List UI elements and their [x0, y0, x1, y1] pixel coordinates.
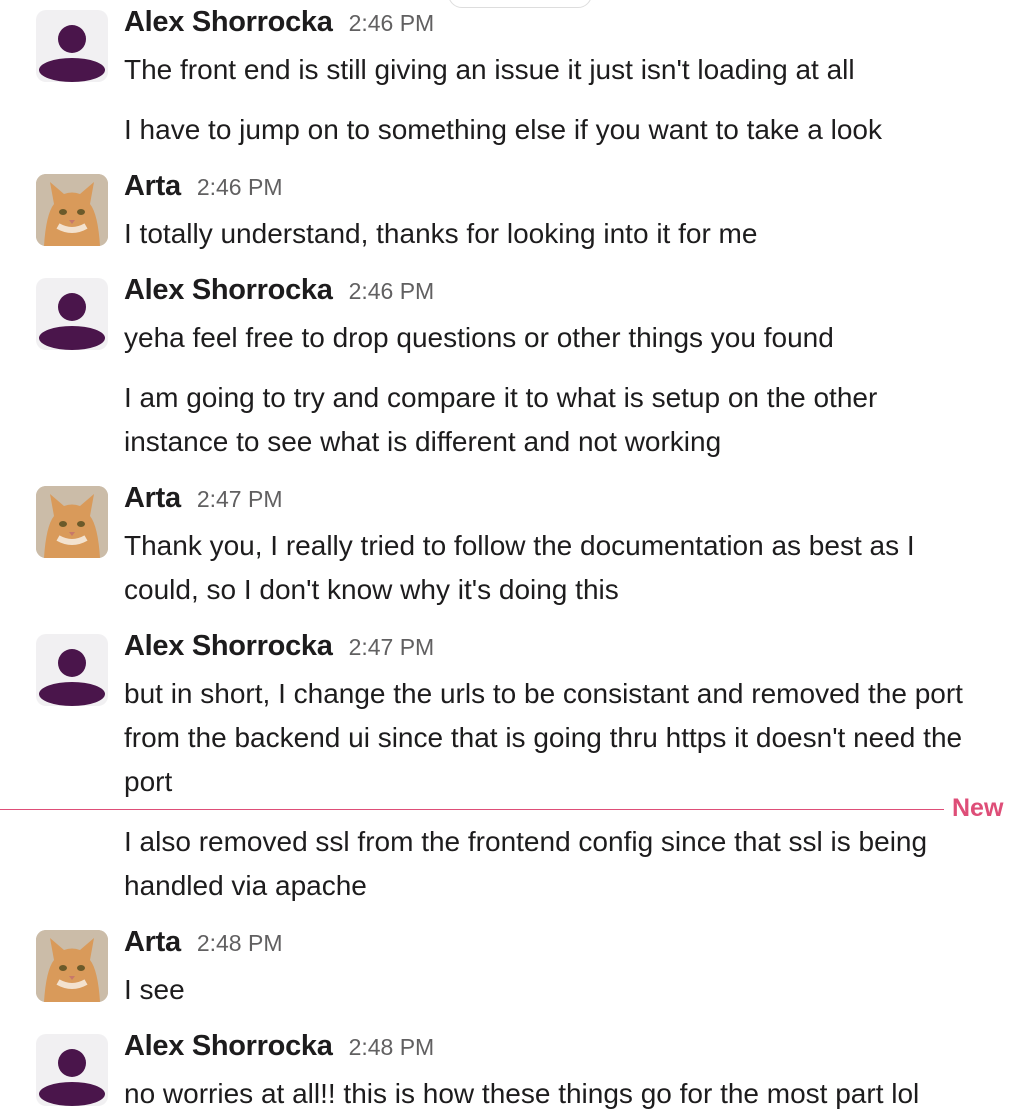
message-text: no worries at all!! this is how these th… [124, 1078, 920, 1109]
message-header: Arta 2:46 PM [124, 170, 282, 206]
generic-person-icon [39, 293, 105, 350]
message-text: I have to jump on to something else if y… [124, 114, 882, 145]
message-text: I totally understand, thanks for looking… [124, 218, 758, 249]
avatar[interactable] [36, 10, 108, 82]
timestamp[interactable]: 2:46 PM [349, 10, 435, 37]
avatar[interactable] [36, 278, 108, 350]
sender-name[interactable]: Alex Shorrocka [124, 630, 333, 663]
message-text: yeha feel free to drop questions or othe… [124, 322, 834, 353]
avatar[interactable] [36, 634, 108, 706]
message-header: Alex Shorrocka 2:47 PM [124, 630, 434, 666]
sender-name[interactable]: Arta [124, 926, 181, 959]
generic-person-icon [39, 649, 105, 706]
timestamp[interactable]: 2:47 PM [197, 486, 283, 513]
sender-name[interactable]: Alex Shorrocka [124, 274, 333, 307]
message-header: Alex Shorrocka 2:46 PM [124, 6, 434, 42]
cat-avatar-icon [36, 930, 108, 1002]
sender-name[interactable]: Alex Shorrocka [124, 6, 333, 39]
message-header: Alex Shorrocka 2:46 PM [124, 274, 434, 310]
message-text: I see [124, 974, 185, 1005]
message-text: The front end is still giving an issue i… [124, 54, 855, 85]
message-header: Alex Shorrocka 2:48 PM [124, 1030, 434, 1066]
timestamp[interactable]: 2:46 PM [197, 174, 283, 201]
message-text: I also removed ssl from the frontend con… [124, 826, 928, 901]
generic-person-icon [39, 1049, 105, 1106]
message-header: Arta 2:48 PM [124, 926, 282, 962]
timestamp[interactable]: 2:47 PM [349, 634, 435, 661]
message-header: Arta 2:47 PM [124, 482, 282, 518]
date-divider-pill[interactable] [448, 0, 592, 8]
timestamp[interactable]: 2:48 PM [197, 930, 283, 957]
message-text: I am going to try and compare it to what… [124, 382, 878, 457]
avatar[interactable] [36, 486, 108, 558]
avatar[interactable] [36, 174, 108, 246]
avatar[interactable] [36, 930, 108, 1002]
message-text: but in short, I change the urls to be co… [124, 678, 963, 797]
generic-person-icon [39, 25, 105, 82]
cat-avatar-icon [36, 174, 108, 246]
timestamp[interactable]: 2:46 PM [349, 278, 435, 305]
avatar[interactable] [36, 1034, 108, 1106]
timestamp[interactable]: 2:48 PM [349, 1034, 435, 1061]
sender-name[interactable]: Alex Shorrocka [124, 1030, 333, 1063]
sender-name[interactable]: Arta [124, 170, 181, 203]
new-messages-divider [0, 809, 944, 810]
sender-name[interactable]: Arta [124, 482, 181, 515]
cat-avatar-icon [36, 486, 108, 558]
message-text: Thank you, I really tried to follow the … [124, 530, 915, 605]
new-messages-label: New [952, 794, 1004, 822]
